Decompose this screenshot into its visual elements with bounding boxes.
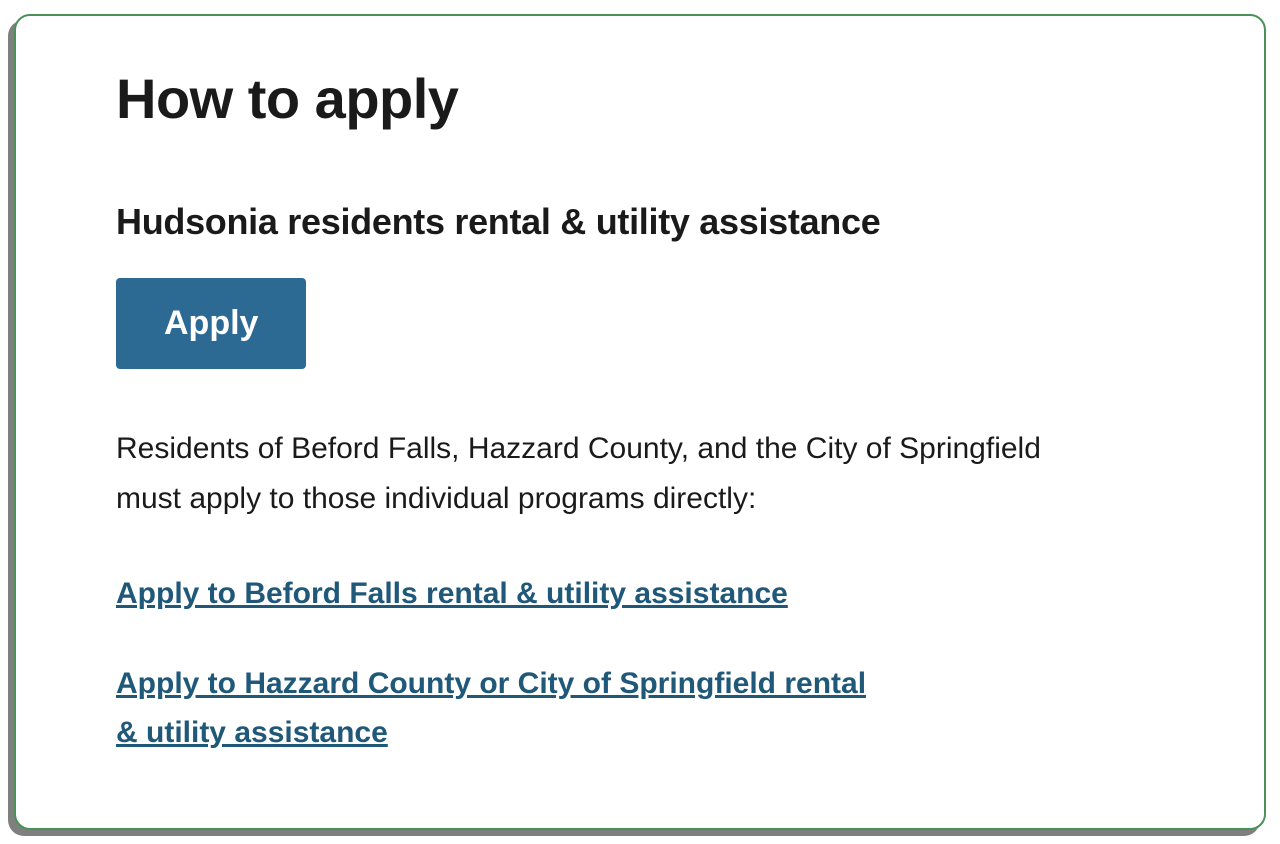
main-heading: How to apply (116, 66, 1164, 131)
link-hazzard-springfield[interactable]: Apply to Hazzard County or City of Sprin… (116, 659, 876, 758)
description-text: Residents of Beford Falls, Hazzard Count… (116, 424, 1096, 523)
sub-heading: Hudsonia residents rental & utility assi… (116, 201, 1164, 243)
link-block-hazzard-springfield: Apply to Hazzard County or City of Sprin… (116, 659, 1164, 758)
link-beford-falls[interactable]: Apply to Beford Falls rental & utility a… (116, 569, 788, 619)
how-to-apply-card: How to apply Hudsonia residents rental &… (14, 14, 1266, 830)
link-block-beford-falls: Apply to Beford Falls rental & utility a… (116, 569, 1164, 619)
apply-button[interactable]: Apply (116, 278, 306, 369)
